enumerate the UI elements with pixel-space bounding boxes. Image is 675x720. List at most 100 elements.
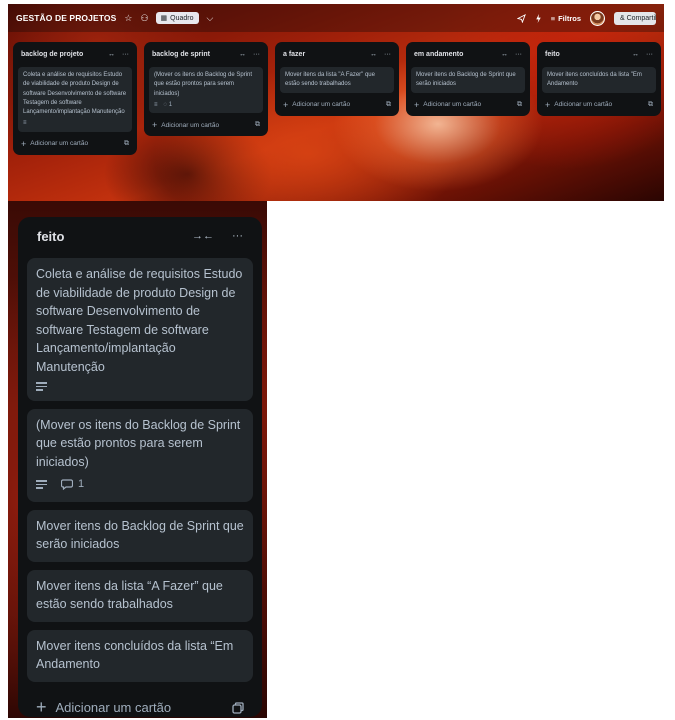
list-title[interactable]: feito xyxy=(37,229,64,244)
comment-badge: ◌ 1 xyxy=(164,101,173,110)
lightning-icon[interactable] xyxy=(535,13,542,23)
view-label: Quadro xyxy=(170,14,194,22)
view-switcher-button[interactable]: ▦ Quadro xyxy=(155,12,199,24)
board-title[interactable]: GESTÃO DE PROJETOS xyxy=(16,13,116,23)
card-title: (Mover os itens do Backlog de Sprint que… xyxy=(154,72,253,97)
comment-count: 1 xyxy=(168,101,173,108)
more-menu-icon[interactable]: ··· xyxy=(384,51,391,58)
description-icon xyxy=(36,380,47,393)
collapse-icon[interactable]: ↔ xyxy=(239,51,246,58)
card-title: Coleta e análise de requisitos Estudo de… xyxy=(23,72,127,116)
description-icon: ≡ xyxy=(23,120,27,127)
description-icon: ≡ xyxy=(154,101,158,108)
add-card-button[interactable]: + Adicionar um cartão ⧉ xyxy=(411,99,525,111)
list-feito: feito ↔ ··· Mover itens concluídos da li… xyxy=(537,42,661,116)
more-menu-icon[interactable]: ··· xyxy=(646,51,653,58)
description-icon xyxy=(36,478,47,491)
add-card-label: Adicionar um cartão xyxy=(30,140,89,148)
list-header: em andamento ↔ ··· xyxy=(411,48,525,60)
card[interactable]: Mover itens da lista “A Fazer” que estão… xyxy=(27,569,253,622)
list-a-fazer: a fazer ↔ ··· Mover itens da lista "A Fa… xyxy=(275,42,399,116)
card-template-icon[interactable] xyxy=(232,701,244,714)
comment-badge: 1 xyxy=(61,475,84,494)
card-title: Mover itens do Backlog de Sprint que ser… xyxy=(416,72,516,88)
more-menu-icon[interactable]: ··· xyxy=(122,51,129,58)
chevron-down-icon[interactable]: ⌵ xyxy=(207,13,214,24)
filter-button[interactable]: ≡ Filtros xyxy=(551,14,581,23)
card-title: Mover itens concluídos da lista “Em Anda… xyxy=(36,638,234,672)
card[interactable]: Mover itens do Backlog de Sprint que ser… xyxy=(411,67,525,93)
list-header: feito ↔ ··· xyxy=(542,48,656,60)
list-title[interactable]: em andamento xyxy=(414,51,463,58)
card-badges: 1 xyxy=(36,475,244,494)
list-feito-expanded: feito →← ··· Coleta e análise de requisi… xyxy=(18,217,262,717)
card[interactable]: Mover itens concluídos da lista "Em Anda… xyxy=(542,67,656,93)
plus-icon: + xyxy=(414,99,420,110)
collapse-icon[interactable]: ↔ xyxy=(501,51,508,58)
add-card-label: Adicionar um cartão xyxy=(423,101,482,109)
card-template-icon[interactable]: ⧉ xyxy=(386,101,391,109)
card[interactable]: Mover itens concluídos da lista “Em Anda… xyxy=(27,629,253,682)
card-template-icon[interactable]: ⧉ xyxy=(517,101,522,109)
collapse-icon[interactable]: ↔ xyxy=(370,51,377,58)
workspace-visibility-icon[interactable]: ⚇ xyxy=(140,13,148,24)
list-title[interactable]: backlog de projeto xyxy=(21,51,83,58)
add-card-label: Adicionar um cartão xyxy=(554,101,613,109)
add-card-button[interactable]: + Adicionar um cartão ⧉ xyxy=(149,119,263,131)
card-title: Coleta e análise de requisitos Estudo de… xyxy=(36,267,243,374)
card[interactable]: (Mover os itens do Backlog de Sprint que… xyxy=(27,408,253,502)
header-actions: ≡ Filtros & Compartilhar xyxy=(516,10,656,26)
list-header-actions: →← ··· xyxy=(192,230,243,242)
card-title: (Mover os itens do Backlog de Sprint que… xyxy=(36,417,241,469)
more-menu-icon[interactable]: ··· xyxy=(253,51,260,58)
add-card-label: Adicionar um cartão xyxy=(161,121,220,129)
card-title: Mover itens concluídos da lista "Em Anda… xyxy=(547,72,642,88)
card[interactable]: Coleta e análise de requisitos Estudo de… xyxy=(27,258,253,401)
zoomed-list-screenshot: feito →← ··· Coleta e análise de requisi… xyxy=(8,201,267,718)
list-em-andamento: em andamento ↔ ··· Mover itens do Backlo… xyxy=(406,42,530,116)
card-badges: ≡ xyxy=(23,119,127,128)
send-icon[interactable] xyxy=(516,13,526,23)
add-card-button[interactable]: + Adicionar um cartão ⧉ xyxy=(18,138,132,150)
list-header: backlog de projeto ↔ ··· xyxy=(18,48,132,60)
card-template-icon[interactable]: ⧉ xyxy=(648,101,653,109)
list-backlog-de-sprint: backlog de sprint ↔ ··· (Mover os itens … xyxy=(144,42,268,137)
card-badges xyxy=(36,380,244,393)
list-title[interactable]: feito xyxy=(545,51,560,58)
card-title: Mover itens do Backlog de Sprint que ser… xyxy=(36,518,244,552)
card-title: Mover itens da lista “A Fazer” que estão… xyxy=(36,578,223,612)
share-button[interactable]: & Compartilhar xyxy=(614,11,656,25)
card-template-icon[interactable]: ⧉ xyxy=(255,121,260,129)
more-menu-icon[interactable]: ··· xyxy=(232,230,243,242)
comment-icon xyxy=(61,479,73,490)
add-card-button[interactable]: + Adicionar um cartão ⧉ xyxy=(280,99,394,111)
comment-icon: ◌ xyxy=(163,101,168,108)
comment-count: 1 xyxy=(78,478,85,490)
card[interactable]: (Mover os itens do Backlog de Sprint que… xyxy=(149,67,263,114)
collapse-icon[interactable]: ↔ xyxy=(632,51,639,58)
card-badges: ≡ ◌ 1 xyxy=(154,101,258,110)
card-title: Mover itens da lista "A Fazer" que estão… xyxy=(285,72,375,88)
filter-label: Filtros xyxy=(558,13,581,23)
card[interactable]: Coleta e análise de requisitos Estudo de… xyxy=(18,67,132,132)
list-title[interactable]: backlog de sprint xyxy=(152,51,210,58)
add-card-button[interactable]: + Adicionar um cartão ⧉ xyxy=(542,99,656,111)
card-template-icon[interactable]: ⧉ xyxy=(124,140,129,148)
add-card-label: Adicionar um cartão xyxy=(292,101,351,109)
list-title[interactable]: a fazer xyxy=(283,51,305,58)
list-backlog-de-projeto: backlog de projeto ↔ ··· Coleta e anális… xyxy=(13,42,137,155)
plus-icon: + xyxy=(283,99,289,110)
add-card-label: Adicionar um cartão xyxy=(55,700,172,715)
plus-icon: + xyxy=(545,99,551,110)
star-icon[interactable]: ☆ xyxy=(124,13,132,24)
board-header: GESTÃO DE PROJETOS ☆ ⚇ ▦ Quadro ⌵ ≡ Filt… xyxy=(8,4,664,32)
add-card-button[interactable]: + Adicionar um cartão xyxy=(27,690,253,719)
board-overview-screenshot: GESTÃO DE PROJETOS ☆ ⚇ ▦ Quadro ⌵ ≡ Filt… xyxy=(8,4,664,201)
board-view-icon: ▦ xyxy=(160,15,168,22)
more-menu-icon[interactable]: ··· xyxy=(515,51,522,58)
collapse-icon[interactable]: ↔ xyxy=(108,51,115,58)
card[interactable]: Mover itens do Backlog de Sprint que ser… xyxy=(27,509,253,562)
collapse-icon[interactable]: →← xyxy=(192,230,214,242)
avatar[interactable] xyxy=(590,10,605,26)
card[interactable]: Mover itens da lista "A Fazer" que estão… xyxy=(280,67,394,93)
